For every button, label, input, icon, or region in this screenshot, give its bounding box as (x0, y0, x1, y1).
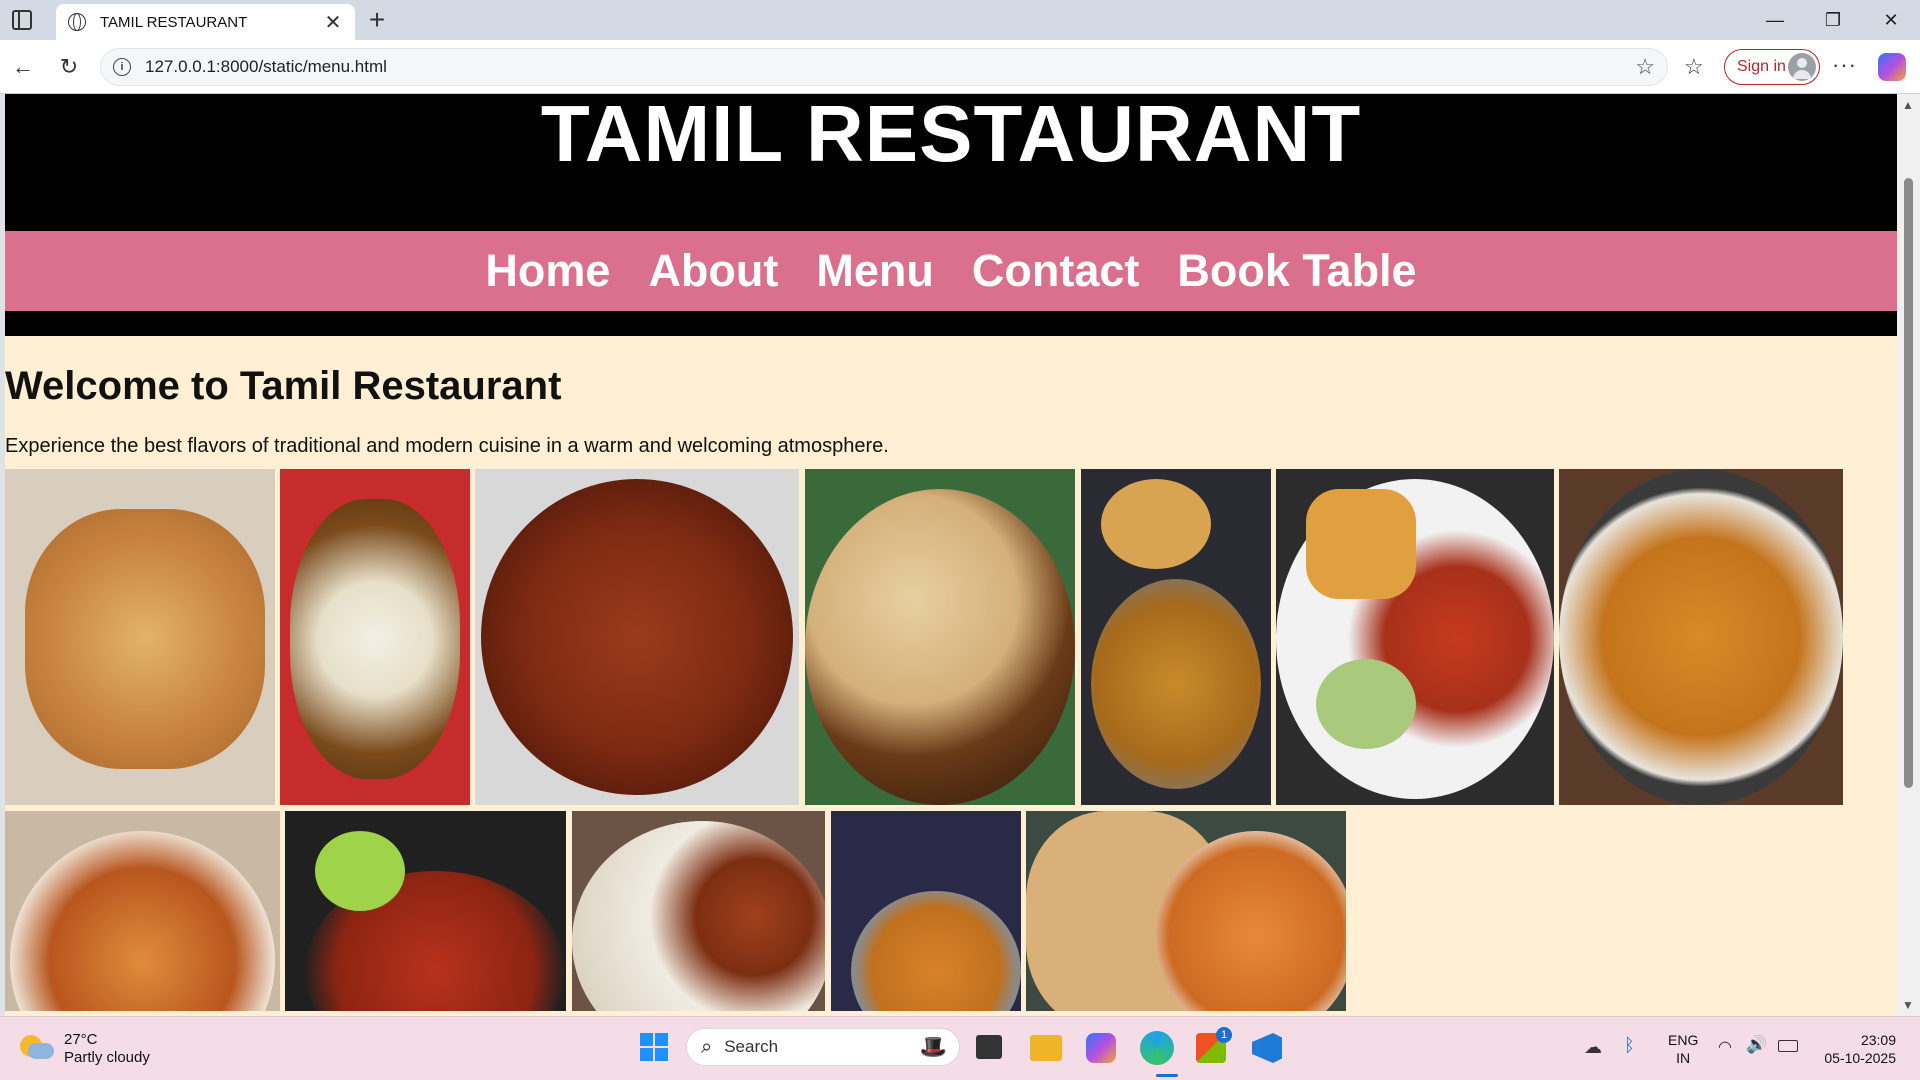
weather-temp: 27°C (64, 1031, 98, 1048)
vscode-icon[interactable] (1252, 1033, 1282, 1063)
reload-button[interactable]: ↻ (54, 52, 84, 82)
search-highlight-icon: 🎩 (919, 1034, 947, 1059)
scroll-down-icon[interactable]: ▼ (1902, 998, 1914, 1012)
close-tab-icon[interactable]: ✕ (323, 10, 343, 35)
browser-tab-bar: TAMIL RESTAURANT ✕ + — ❐ ✕ (0, 0, 1920, 40)
globe-icon (68, 13, 86, 31)
search-icon: ⌕ (701, 1035, 713, 1058)
task-view-icon[interactable] (976, 1035, 1002, 1059)
nav-contact[interactable]: Contact (972, 245, 1140, 297)
hero-header: TAMIL RESTAURANT (5, 94, 1897, 231)
windows-start-icon[interactable] (640, 1033, 668, 1061)
favorite-star-icon[interactable]: ☆ (1635, 54, 1655, 80)
nav-home[interactable]: Home (485, 245, 610, 297)
clock-date: 05-10-2025 (1824, 1050, 1896, 1066)
new-tab-button[interactable]: + (364, 6, 390, 34)
pav-bhaji-photo (1276, 469, 1554, 805)
edge-browser-icon[interactable] (1140, 1031, 1174, 1065)
close-window-button[interactable]: ✕ (1862, 0, 1920, 40)
page-scrollbar[interactable]: ▲ ▼ (1897, 94, 1920, 1016)
page-viewport: TAMIL RESTAURANT Home About Menu Contact… (5, 94, 1897, 1016)
mutton-curry-photo (475, 469, 799, 805)
taskbar-search[interactable]: ⌕ Search 🎩 (686, 1028, 960, 1066)
avatar (1788, 53, 1816, 81)
url-text[interactable]: 127.0.0.1:8000/static/menu.html (145, 57, 1635, 77)
nav-about[interactable]: About (648, 245, 778, 297)
weather-icon[interactable] (20, 1031, 54, 1061)
biryani-chicken-photo (572, 811, 825, 1011)
favorites-icon[interactable]: ☆ (1684, 54, 1704, 80)
hero-title: TAMIL RESTAURANT (540, 94, 1362, 178)
more-options-icon[interactable]: ··· (1832, 52, 1857, 78)
pasta-pan-photo (831, 811, 1021, 1011)
welcome-heading: Welcome to Tamil Restaurant (5, 364, 562, 408)
taskbar: 27°C Partly cloudy ⌕ Search 🎩 1 ☁ ᛒ ENG … (0, 1016, 1920, 1080)
matar-paneer-photo (5, 811, 280, 1011)
clock-time: 23:09 (1860, 1032, 1896, 1048)
nav-menu[interactable]: Menu (816, 245, 934, 297)
bluetooth-icon[interactable]: ᛒ (1624, 1035, 1635, 1056)
active-app-indicator (1156, 1074, 1178, 1077)
site-info-icon[interactable]: i (113, 58, 131, 76)
wifi-icon[interactable]: ◠ (1718, 1037, 1732, 1057)
weather-widget[interactable]: 27°C Partly cloudy (64, 1031, 150, 1067)
browser-tab[interactable]: TAMIL RESTAURANT ✕ (56, 4, 355, 40)
sign-in-label: Sign in (1737, 58, 1786, 75)
volume-icon[interactable]: 🔊 (1746, 1035, 1767, 1055)
food-gallery (5, 469, 1897, 1016)
battery-icon[interactable] (1778, 1040, 1798, 1052)
chicken-lollipop-photo (285, 811, 566, 1011)
store-badge: 1 (1216, 1027, 1232, 1043)
main-nav: Home About Menu Contact Book Table (5, 231, 1897, 311)
lang-line1: ENG (1668, 1032, 1699, 1048)
file-explorer-icon[interactable] (1030, 1035, 1062, 1061)
restore-button[interactable]: ❐ (1804, 0, 1862, 40)
tab-title: TAMIL RESTAURANT (100, 13, 248, 31)
sign-in-button[interactable]: Sign in (1724, 49, 1820, 85)
scroll-thumb[interactable] (1904, 178, 1913, 788)
fusilli-pasta-photo (1559, 469, 1843, 805)
store-icon[interactable]: 1 (1196, 1027, 1232, 1063)
back-button[interactable]: ← (8, 52, 38, 82)
paratha-paneer-photo (805, 469, 1075, 805)
weather-desc: Partly cloudy (64, 1049, 150, 1066)
puri-sabzi-photo (1081, 469, 1271, 805)
onedrive-icon[interactable]: ☁ (1584, 1037, 1602, 1058)
egg-curry-photo (280, 469, 470, 805)
nav-bottom-strip (5, 311, 1897, 336)
lang-line2: IN (1676, 1050, 1691, 1066)
minimize-button[interactable]: — (1746, 0, 1804, 40)
sidebar-toggle-icon[interactable] (12, 10, 32, 30)
naan-butter-chicken-photo (1026, 811, 1346, 1011)
welcome-text: Experience the best flavors of tradition… (5, 435, 889, 457)
copilot-icon[interactable] (1878, 53, 1906, 81)
nav-book-table[interactable]: Book Table (1177, 245, 1416, 297)
scroll-up-icon[interactable]: ▲ (1902, 98, 1914, 112)
copilot-taskbar-icon[interactable] (1086, 1033, 1116, 1063)
pizza-photo (5, 469, 275, 805)
address-bar[interactable]: i 127.0.0.1:8000/static/menu.html ☆ (100, 48, 1668, 86)
language-indicator[interactable]: ENG IN (1668, 1031, 1698, 1067)
search-placeholder: Search (724, 1037, 779, 1056)
address-toolbar: ← ↻ i 127.0.0.1:8000/static/menu.html ☆ … (0, 40, 1920, 94)
clock[interactable]: 23:09 05-10-2025 (1818, 1031, 1896, 1067)
window-controls: — ❐ ✕ (1746, 0, 1920, 40)
